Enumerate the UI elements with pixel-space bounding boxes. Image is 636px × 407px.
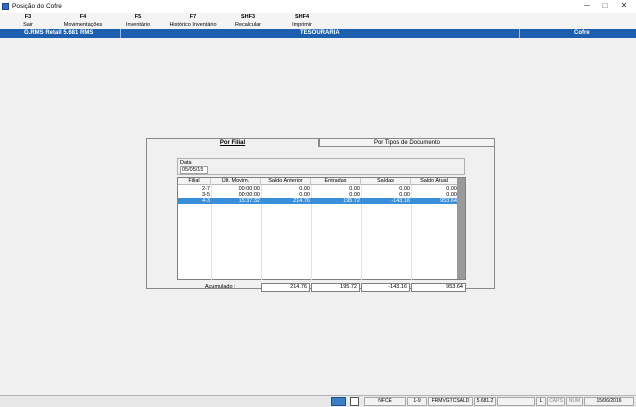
movements-button[interactable]: F4 Movimentações bbox=[58, 13, 108, 29]
tab-content: Data 05/05/15 Filial Últ. Movim. Saldo A… bbox=[146, 146, 495, 292]
branch-grid[interactable]: Filial Últ. Movim. Saldo Anterior Entrad… bbox=[177, 177, 466, 280]
document-icon[interactable] bbox=[350, 397, 359, 406]
button-label: Histórico Inventário bbox=[169, 22, 217, 28]
total-current-balance: 953.64 bbox=[411, 283, 466, 292]
divider bbox=[519, 29, 520, 38]
button-label: Recalcular bbox=[235, 22, 261, 28]
button-label: Inventário bbox=[125, 22, 151, 28]
date-indicator: 15/06/2016 bbox=[584, 397, 634, 406]
button-label: Movimentações bbox=[63, 22, 103, 28]
shortcut-key: SHF3 bbox=[240, 14, 256, 20]
cell-entries: 195.72 bbox=[343, 198, 360, 204]
maximize-button[interactable]: □ bbox=[598, 1, 612, 12]
shortcut-key: SHF4 bbox=[294, 14, 310, 20]
col-previous-balance[interactable]: Saldo Anterior bbox=[261, 178, 311, 185]
app-icon bbox=[2, 3, 9, 10]
cell-current-balance: 953.64 bbox=[440, 198, 457, 204]
shortcut-key: F5 bbox=[134, 14, 142, 20]
totals-row: Acumulado : 214.76 195.72 -143.16 953.64 bbox=[177, 283, 466, 292]
col-last-movement[interactable]: Últ. Movim. bbox=[211, 178, 261, 185]
status-bar: NFCE 1-9 FRMVGTCSALD 5.681.2 L CAPS NUM … bbox=[0, 395, 636, 407]
col-entries[interactable]: Entradas bbox=[311, 178, 361, 185]
screen-name: Cofre bbox=[574, 30, 590, 36]
cell-filial: 4-3 bbox=[202, 198, 210, 204]
total-entries: 195.72 bbox=[311, 283, 360, 292]
shortcut-key: F7 bbox=[189, 14, 197, 20]
tab-por-filial[interactable]: Por Filial bbox=[146, 138, 319, 147]
tab-label: Por Filial bbox=[219, 140, 246, 146]
exit-button[interactable]: F3 Sair bbox=[14, 13, 42, 29]
position-indicator: 1-9 bbox=[407, 397, 427, 406]
vault-panel: Por Filial Por Tipos de Documento Data 0… bbox=[146, 138, 495, 292]
total-previous-balance: 214.76 bbox=[261, 283, 310, 292]
close-button[interactable]: ✕ bbox=[617, 1, 631, 12]
window-title: Posição do Cofre bbox=[12, 3, 62, 10]
l-indicator: L bbox=[536, 397, 546, 406]
shortcut-key: F3 bbox=[24, 14, 32, 20]
button-label: Imprimir bbox=[292, 22, 312, 28]
keyboard-icon[interactable] bbox=[331, 397, 346, 406]
totals-label: Acumulado : bbox=[205, 284, 236, 290]
mode-indicator: NFCE bbox=[364, 397, 406, 406]
inventory-history-button[interactable]: F7 Histórico Inventário bbox=[163, 13, 223, 29]
inventory-button[interactable]: F5 Inventário bbox=[120, 13, 156, 29]
version-indicator: 5.681.2 bbox=[474, 397, 496, 406]
table-row-selected[interactable]: 4-3 15:37:32 214.76 195.72 -143.16 953.6… bbox=[178, 198, 458, 204]
product-name: G.RMS Retail 5.681 RMS bbox=[24, 30, 94, 36]
total-exits: -143.16 bbox=[361, 283, 410, 292]
col-exits[interactable]: Saídas bbox=[361, 178, 411, 185]
module-bar: G.RMS Retail 5.681 RMS TESOURARIA Cofre bbox=[0, 29, 636, 38]
num-indicator: NUM bbox=[566, 397, 583, 406]
col-current-balance[interactable]: Saldo Atual bbox=[411, 178, 458, 185]
module-name: TESOURARIA bbox=[300, 30, 340, 36]
divider bbox=[120, 29, 121, 38]
shortcut-key: F4 bbox=[79, 14, 87, 20]
cell-exits: -143.16 bbox=[391, 198, 410, 204]
program-name: FRMVGTCSALD bbox=[428, 397, 473, 406]
button-label: Sair bbox=[23, 22, 33, 28]
recalculate-button[interactable]: SHF3 Recalcular bbox=[228, 13, 268, 29]
minimize-button[interactable]: ─ bbox=[580, 1, 594, 12]
date-group: Data 05/05/15 bbox=[177, 158, 465, 175]
toolbar: F3 Sair F4 Movimentações F5 Inventário F… bbox=[0, 13, 636, 29]
col-filial[interactable]: Filial bbox=[178, 178, 211, 185]
cell-last-movement: 15:37:32 bbox=[238, 198, 260, 204]
grid-header: Filial Últ. Movim. Saldo Anterior Entrad… bbox=[178, 178, 458, 185]
date-field[interactable]: 05/05/15 bbox=[180, 166, 208, 174]
title-bar: Posição do Cofre ─ □ ✕ bbox=[0, 0, 636, 13]
print-button[interactable]: SHF4 Imprimir bbox=[284, 13, 320, 29]
vertical-scrollbar[interactable] bbox=[457, 178, 465, 279]
caps-indicator: CAPS bbox=[547, 397, 565, 406]
empty-status-cell bbox=[497, 397, 535, 406]
cell-previous-balance: 214.76 bbox=[293, 198, 310, 204]
